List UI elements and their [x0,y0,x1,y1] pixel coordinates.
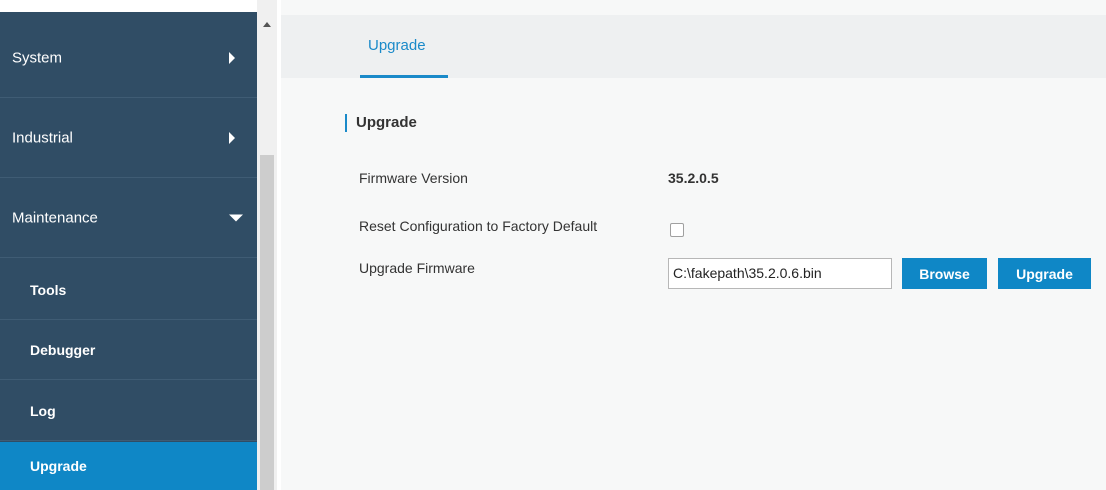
firmware-version-label: Firmware Version [359,170,468,186]
sidebar-item-label: Maintenance [12,209,98,226]
firmware-file-input[interactable]: C:\fakepath\35.2.0.6.bin [668,258,892,289]
sidebar-subitem-log[interactable]: Log [0,381,257,441]
sidebar-item-maintenance[interactable]: Maintenance [0,178,257,258]
sidebar-top-strip [0,0,257,15]
tab-active-indicator [360,75,448,78]
reset-config-label: Reset Configuration to Factory Default [359,218,598,234]
sidebar-item-label: System [12,49,63,66]
firmware-version-value: 35.2.0.5 [668,170,719,186]
browse-button[interactable]: Browse [902,258,987,289]
arrow-right-icon [229,131,235,144]
sidebar-subitem-label: Upgrade [30,458,87,474]
tab-label: Upgrade [368,37,426,54]
sidebar-subitem-debugger[interactable]: Debugger [0,320,257,380]
sidebar-item-label: Industrial [12,129,73,146]
tab-bar: Upgrade [281,15,1106,78]
sidebar-scrollbar[interactable] [257,0,277,490]
sidebar-subitem-upgrade[interactable]: Upgrade [0,442,257,490]
main-content: Upgrade Upgrade Firmware Version 35.2.0.… [281,0,1106,490]
arrow-right-icon [229,51,235,64]
section-title: Upgrade [345,114,417,132]
sidebar-item-system[interactable]: System [0,18,257,98]
sidebar-subitem-label: Tools [30,281,67,298]
upgrade-button[interactable]: Upgrade [998,258,1091,289]
app-window: System Industrial Maintenance Tools Debu… [0,0,1106,490]
sidebar-item-industrial[interactable]: Industrial [0,98,257,178]
sidebar-subitem-tools[interactable]: Tools [0,260,257,320]
sidebar-subitem-label: Debugger [30,341,96,358]
reset-config-checkbox[interactable] [670,223,684,237]
arrow-down-icon [229,214,243,221]
upgrade-firmware-label: Upgrade Firmware [359,260,475,276]
sidebar: System Industrial Maintenance Tools Debu… [0,0,257,490]
sidebar-subitem-label: Log [30,402,56,419]
scrollbar-thumb[interactable] [260,155,274,490]
scroll-up-icon[interactable] [263,22,271,27]
